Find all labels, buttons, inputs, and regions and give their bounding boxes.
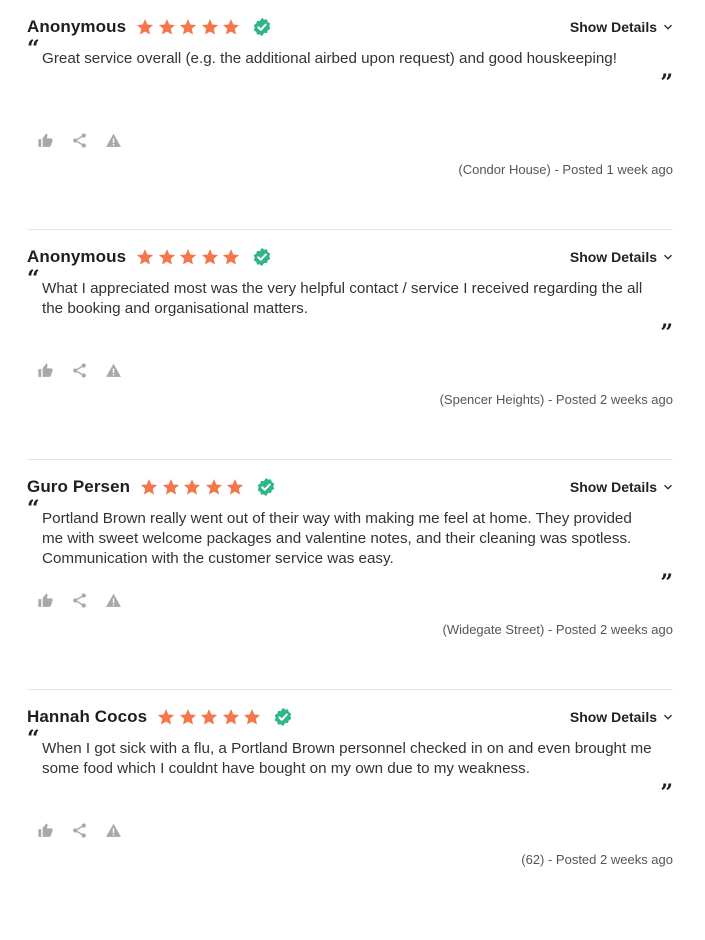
review-card: Guro Persen Show Details “ Portland Brow… bbox=[27, 460, 673, 690]
review-header: Anonymous Show Details bbox=[27, 14, 673, 40]
review-text: What I appreciated most was the very hel… bbox=[42, 280, 643, 317]
thumbs-up-icon[interactable] bbox=[37, 592, 54, 609]
star-icon bbox=[205, 479, 222, 495]
chevron-down-icon bbox=[664, 24, 672, 30]
review-header: Anonymous Show Details bbox=[27, 244, 673, 270]
star-icon bbox=[180, 249, 197, 265]
reviews-list: Anonymous Show Details “ Great service o… bbox=[0, 0, 705, 920]
show-details-label: Show Details bbox=[569, 249, 657, 265]
share-icon[interactable] bbox=[71, 132, 88, 149]
share-icon[interactable] bbox=[71, 362, 88, 379]
star-icon bbox=[158, 19, 175, 35]
review-header: Guro Persen Show Details bbox=[27, 474, 673, 500]
warning-icon[interactable] bbox=[105, 132, 122, 149]
open-quote-mark: “ bbox=[27, 266, 40, 292]
star-icon bbox=[201, 709, 218, 725]
reviewer-name: Anonymous bbox=[27, 17, 127, 36]
open-quote-mark: “ bbox=[27, 496, 40, 522]
star-icon bbox=[141, 479, 158, 495]
review-header: Hannah Cocos Show Details bbox=[27, 704, 673, 730]
posted-info: (Condor House) - Posted 1 week ago bbox=[458, 162, 673, 177]
show-details-label: Show Details bbox=[569, 479, 657, 495]
share-icon[interactable] bbox=[71, 592, 88, 609]
star-rating bbox=[157, 708, 265, 726]
verified-badge-icon bbox=[253, 17, 270, 37]
star-icon bbox=[244, 709, 261, 725]
close-quote-mark: ” bbox=[660, 320, 673, 346]
warning-icon[interactable] bbox=[105, 822, 122, 839]
posted-info: (Widegate Street) - Posted 2 weeks ago bbox=[442, 622, 673, 637]
star-icon bbox=[184, 479, 201, 495]
star-icon bbox=[223, 19, 240, 35]
show-details-button[interactable]: Show Details bbox=[570, 709, 673, 725]
share-icon[interactable] bbox=[71, 822, 88, 839]
star-icon bbox=[222, 709, 239, 725]
review-actions bbox=[37, 362, 139, 379]
review-text: When I got sick with a flu, a Portland B… bbox=[42, 740, 652, 777]
show-details-button[interactable]: Show Details bbox=[570, 479, 673, 495]
review-text: Portland Brown really went out of their … bbox=[42, 510, 632, 567]
open-quote-mark: “ bbox=[27, 36, 40, 62]
open-quote-mark: “ bbox=[27, 726, 40, 752]
star-icon bbox=[162, 479, 179, 495]
posted-info: (62) - Posted 2 weeks ago bbox=[521, 852, 673, 867]
show-details-button[interactable]: Show Details bbox=[570, 19, 673, 35]
verified-badge-icon bbox=[274, 707, 291, 727]
star-icon bbox=[158, 709, 175, 725]
review-actions bbox=[37, 592, 139, 609]
star-icon bbox=[223, 249, 240, 265]
verified-badge-icon bbox=[253, 247, 270, 267]
thumbs-up-icon[interactable] bbox=[37, 822, 54, 839]
review-card: Hannah Cocos Show Details “ When I got s… bbox=[27, 690, 673, 920]
close-quote-mark: ” bbox=[660, 780, 673, 806]
star-icon bbox=[137, 249, 154, 265]
star-icon bbox=[137, 19, 154, 35]
thumbs-up-icon[interactable] bbox=[37, 132, 54, 149]
star-icon bbox=[201, 19, 218, 35]
thumbs-up-icon[interactable] bbox=[37, 362, 54, 379]
show-details-label: Show Details bbox=[569, 19, 657, 35]
verified-badge-icon bbox=[257, 477, 274, 497]
warning-icon[interactable] bbox=[105, 362, 122, 379]
star-rating bbox=[140, 478, 248, 496]
star-icon bbox=[227, 479, 244, 495]
star-icon bbox=[180, 19, 197, 35]
star-rating bbox=[136, 248, 244, 266]
chevron-down-icon bbox=[664, 254, 672, 260]
posted-info: (Spencer Heights) - Posted 2 weeks ago bbox=[439, 392, 673, 407]
chevron-down-icon bbox=[664, 484, 672, 490]
chevron-down-icon bbox=[664, 714, 672, 720]
close-quote-mark: ” bbox=[660, 70, 673, 96]
review-card: Anonymous Show Details “ Great service o… bbox=[27, 0, 673, 230]
reviewer-name: Guro Persen bbox=[27, 477, 131, 496]
star-icon bbox=[201, 249, 218, 265]
star-rating bbox=[136, 18, 244, 36]
reviewer-name: Hannah Cocos bbox=[27, 707, 148, 726]
warning-icon[interactable] bbox=[105, 592, 122, 609]
review-text: Great service overall (e.g. the addition… bbox=[42, 50, 617, 67]
reviewer-name: Anonymous bbox=[27, 247, 127, 266]
star-icon bbox=[158, 249, 175, 265]
show-details-button[interactable]: Show Details bbox=[570, 249, 673, 265]
review-card: Anonymous Show Details “ What I apprecia… bbox=[27, 230, 673, 460]
star-icon bbox=[179, 709, 196, 725]
show-details-label: Show Details bbox=[569, 709, 657, 725]
close-quote-mark: ” bbox=[660, 570, 673, 596]
review-actions bbox=[37, 132, 139, 149]
review-actions bbox=[37, 822, 139, 839]
